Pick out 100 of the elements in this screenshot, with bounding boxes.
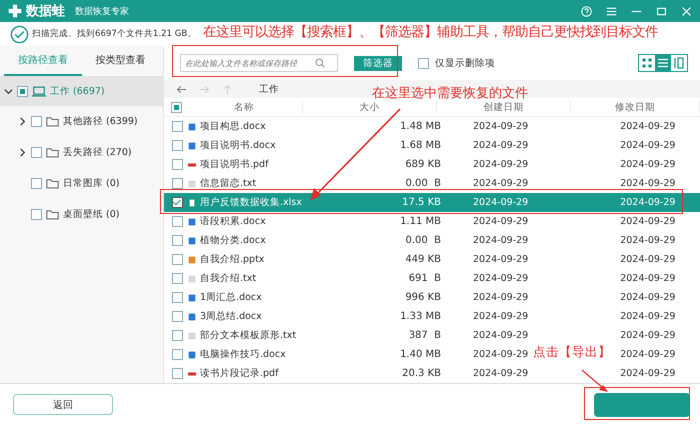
created-date: 2024-09-29 <box>473 178 528 189</box>
checkbox[interactable] <box>172 121 182 132</box>
checkbox[interactable] <box>172 311 182 322</box>
view-tab[interactable]: 按类型查看 <box>82 46 159 76</box>
checkbox[interactable] <box>172 140 182 151</box>
column-header[interactable]: 大小 <box>302 100 437 114</box>
scan-status: 扫描完成。找到6697个文件共1.21 GB。 <box>32 28 196 40</box>
file-name: 项目说明书.pdf <box>200 158 268 171</box>
plus-logo-icon <box>8 4 22 18</box>
column-header[interactable]: 名称 <box>186 100 303 114</box>
folder-icon <box>46 116 59 127</box>
folder-icon <box>46 209 59 220</box>
column-header[interactable]: 修改日期 <box>570 100 700 114</box>
created-date: 2024-09-29 <box>473 292 528 303</box>
file-size: 1.68 MB <box>399 140 441 151</box>
tree-item[interactable]: 丢失路径 (270) <box>0 137 163 168</box>
file-size: 17.5 KB <box>401 197 441 208</box>
filter-button[interactable]: 筛选器 <box>354 56 402 70</box>
checkbox[interactable] <box>172 368 182 379</box>
created-date: 2024-09-29 <box>473 216 528 227</box>
file-name: 部分文本模板原形.txt <box>200 329 296 342</box>
checkbox[interactable] <box>172 273 182 284</box>
file-size: 996 KB <box>404 292 441 303</box>
checkbox[interactable] <box>172 330 182 341</box>
created-date: 2024-09-29 <box>473 235 528 246</box>
search-icon <box>315 58 325 68</box>
selected-file-row[interactable]: 用户反馈数据收集.xlsx 17.5 KB 2024-09-29 2024-09-29 <box>164 193 700 212</box>
modified-date: 2024-09-29 <box>620 349 676 360</box>
checkbox[interactable] <box>171 102 182 112</box>
tree-label: 工作 (6697) <box>50 84 105 98</box>
created-date: 2024-09-29 <box>473 254 528 265</box>
file-size: 387 B <box>408 330 441 341</box>
file-name: 用户反馈数据收集.xlsx <box>200 196 302 209</box>
tree-item[interactable]: 其他路径 (6399) <box>0 106 163 137</box>
forward-arrow-icon[interactable] <box>199 84 210 94</box>
file-size: 691 B <box>408 273 441 284</box>
file-name: 语段积累.docx <box>200 215 266 228</box>
checkbox[interactable] <box>31 178 42 189</box>
file-name: 植物分类.docx <box>200 234 266 247</box>
modified-date: 2024-09-29 <box>620 292 676 303</box>
file-size: 1.33 MB <box>399 311 441 322</box>
file-size: 0.00 B <box>404 178 441 189</box>
checkbox[interactable] <box>172 216 182 227</box>
tree-item[interactable]: 桌面壁纸 (0) <box>0 199 163 230</box>
list-icon <box>657 57 669 69</box>
modified-date: 2024-09-29 <box>620 311 676 322</box>
check-circle-icon <box>10 24 29 44</box>
up-arrow-icon[interactable] <box>222 84 233 94</box>
annotation-arrow <box>580 368 610 394</box>
file-size: 1.48 MB <box>399 121 441 132</box>
tree-item[interactable]: 工作 (6697) <box>0 76 163 106</box>
detail-icon <box>673 57 685 69</box>
checkbox[interactable] <box>31 209 42 220</box>
file-name: 自我介绍.pptx <box>200 253 264 266</box>
menu-icon[interactable] <box>606 6 617 16</box>
created-date: 2024-09-29 <box>473 330 528 341</box>
checkbox[interactable] <box>418 58 429 68</box>
checkbox[interactable] <box>172 254 182 265</box>
back-arrow-icon[interactable] <box>176 84 187 94</box>
detail-view-button[interactable] <box>671 55 687 71</box>
close-icon[interactable] <box>681 6 692 16</box>
file-name: 项目构思.docx <box>200 120 266 133</box>
modified-date: 2024-09-29 <box>620 140 676 151</box>
folder-icon <box>46 147 59 158</box>
file-name: 1周汇总.docx <box>200 291 262 304</box>
caret-icon[interactable] <box>18 148 27 157</box>
annotation-text: 在这里可以选择【搜索框】、【筛选器】辅助工具，帮助自己更快找到目标文件 <box>203 24 658 41</box>
app-name: 数据蛙 <box>26 3 65 20</box>
modified-date: 2024-09-29 <box>620 178 676 189</box>
checkbox[interactable] <box>31 147 42 158</box>
checkbox[interactable] <box>172 178 182 189</box>
maximize-icon[interactable] <box>656 6 667 16</box>
annotation-text: 在这里选中需要恢复的文件 <box>372 85 528 102</box>
export-button[interactable] <box>594 392 690 416</box>
back-button[interactable]: 返回 <box>13 394 113 415</box>
file-size: 0.00 B <box>404 235 441 246</box>
checkbox[interactable] <box>172 159 182 170</box>
help-icon[interactable] <box>581 6 592 16</box>
modified-date: 2024-09-29 <box>620 254 676 265</box>
file-size: 689 KB <box>404 159 441 170</box>
list-view-button[interactable] <box>655 55 671 71</box>
file-size: 20.3 KB <box>401 368 441 379</box>
checkbox[interactable] <box>31 116 42 127</box>
file-name: 电脑操作技巧.docx <box>200 348 286 361</box>
caret-icon[interactable] <box>4 86 13 96</box>
checkbox[interactable] <box>172 197 182 208</box>
tree-label: 其他路径 (6399) <box>63 115 138 128</box>
app-subtitle: 数据恢复专家 <box>75 6 129 18</box>
checkbox[interactable] <box>172 292 182 303</box>
column-header[interactable]: 创建日期 <box>436 100 571 114</box>
tree-label: 丢失路径 (270) <box>63 146 132 159</box>
checkbox[interactable] <box>172 349 182 360</box>
created-date: 2024-09-29 <box>473 159 528 170</box>
created-date: 2024-09-29 <box>473 273 528 284</box>
tree-item[interactable]: 日常图库 (0) <box>0 168 163 199</box>
checkbox[interactable] <box>17 86 28 96</box>
caret-icon[interactable] <box>18 117 27 126</box>
checkbox[interactable] <box>172 235 182 246</box>
search-field[interactable]: 在此处输入文件名称或保存路径 <box>180 54 338 72</box>
file-name: 读书片段记录.pdf <box>200 367 278 380</box>
